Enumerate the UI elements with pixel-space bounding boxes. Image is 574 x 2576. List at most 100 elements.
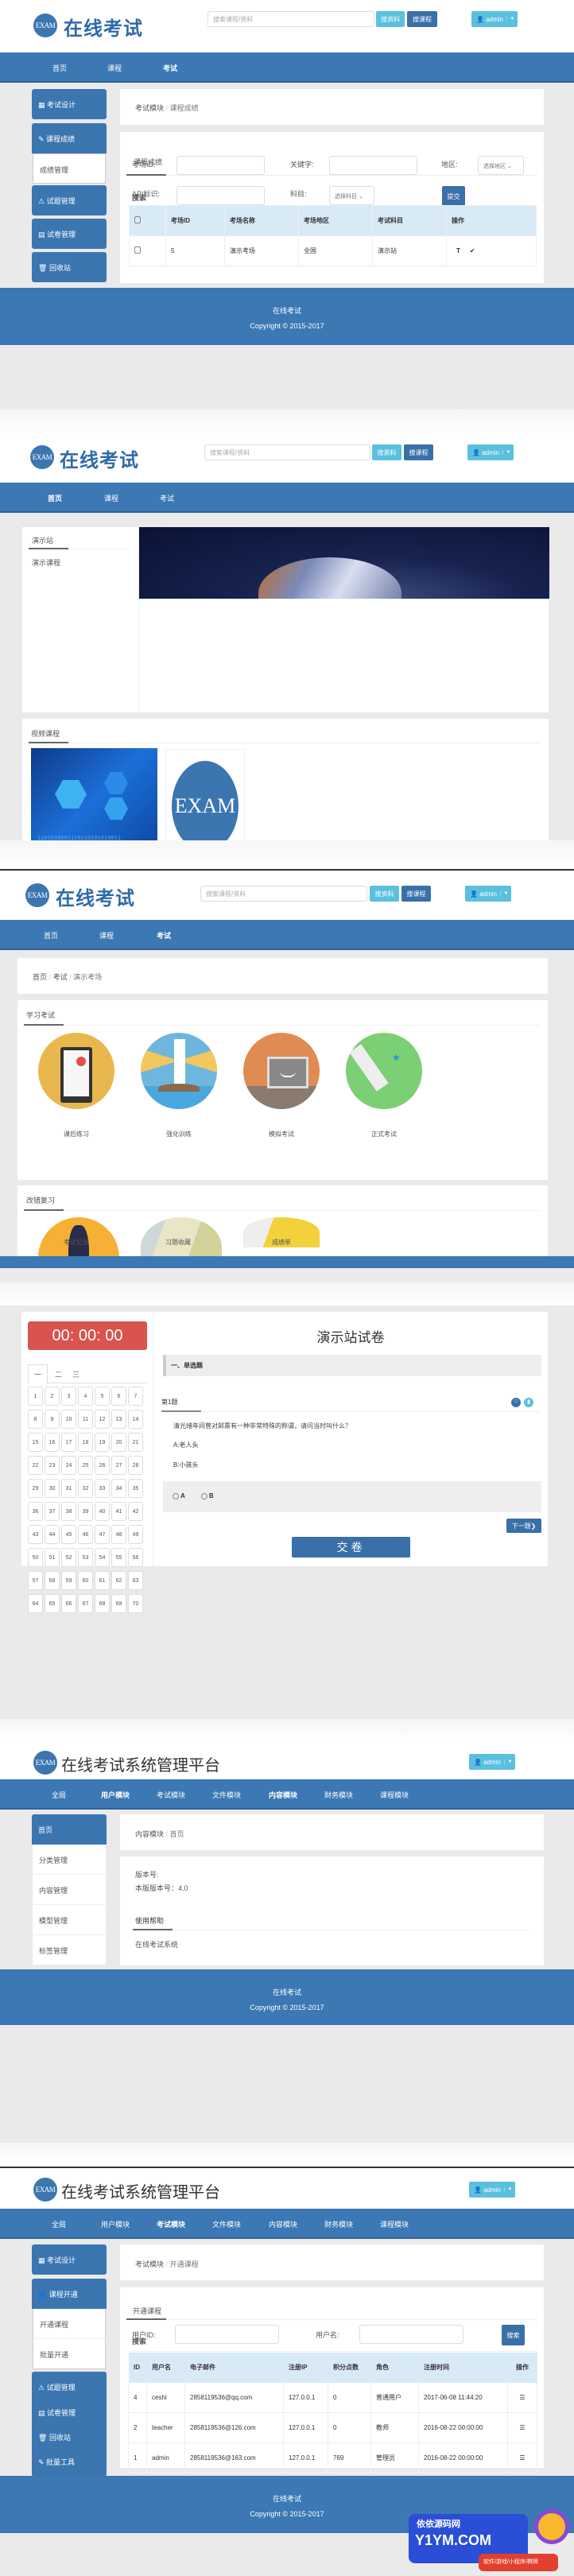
- question-number-button[interactable]: 26: [95, 1456, 110, 1475]
- nav-exam[interactable]: 考试: [157, 930, 171, 941]
- question-number-button[interactable]: 64: [28, 1594, 43, 1613]
- nav-finance-module[interactable]: 财务模块: [324, 2219, 353, 2229]
- question-number-button[interactable]: 46: [78, 1525, 93, 1544]
- nav-courses[interactable]: 课程: [107, 63, 122, 73]
- tile-after-class-practice[interactable]: 课后练习: [38, 1033, 114, 1139]
- next-question-button[interactable]: 下一题 ❯: [506, 1519, 541, 1533]
- question-number-button[interactable]: 61: [95, 1571, 110, 1590]
- search-material-button[interactable]: 搜资料: [370, 886, 399, 902]
- question-number-button[interactable]: 22: [28, 1456, 43, 1475]
- user-menu[interactable]: 👤 admin ▼: [471, 11, 518, 27]
- submit-button[interactable]: 提交: [442, 186, 465, 207]
- question-number-button[interactable]: 65: [45, 1594, 60, 1613]
- search-course-button[interactable]: 搜课程: [407, 11, 437, 27]
- search-material-button[interactable]: 搜资料: [372, 444, 401, 460]
- sidebar-question-management[interactable]: ⚠ 试题管理: [32, 185, 107, 215]
- breadcrumb-item[interactable]: 首页: [33, 973, 47, 981]
- question-number-button[interactable]: 59: [61, 1571, 76, 1590]
- tab-error-review[interactable]: 改错复习: [26, 1195, 55, 1205]
- search-material-button[interactable]: 搜资料: [376, 11, 405, 27]
- select-all-checkbox[interactable]: [129, 205, 166, 236]
- question-number-button[interactable]: 36: [28, 1502, 43, 1521]
- sidebar-paper-management[interactable]: ▤ 试卷管理: [32, 219, 107, 249]
- question-number-button[interactable]: 32: [78, 1479, 93, 1498]
- favorite-icon[interactable]: ♡: [511, 1398, 521, 1407]
- sidebar-tag-management[interactable]: 标签管理: [33, 1935, 106, 1965]
- question-number-button[interactable]: 58: [45, 1571, 60, 1590]
- nav-content-module[interactable]: 内容模块: [269, 2219, 297, 2229]
- nav-home[interactable]: 首页: [52, 63, 67, 73]
- question-number-button[interactable]: 57: [28, 1571, 43, 1590]
- check-edit-icon[interactable]: ✔: [470, 247, 475, 254]
- nav-home[interactable]: 首页: [48, 493, 62, 503]
- bookmark-icon[interactable]: ▮: [524, 1398, 533, 1407]
- sidebar-course-grades[interactable]: ✎ 课程成绩: [32, 123, 107, 153]
- sidebar-course-open[interactable]: 👤 课程开通: [32, 2279, 107, 2309]
- question-number-button[interactable]: 68: [95, 1594, 110, 1613]
- sidebar-batch-open[interactable]: 批量开通: [33, 2339, 106, 2369]
- search-input[interactable]: 搜索课程/资料: [200, 886, 367, 902]
- breadcrumb-item[interactable]: 内容模块: [135, 1830, 164, 1838]
- nav-global[interactable]: 全局: [52, 2219, 66, 2229]
- question-number-button[interactable]: 31: [61, 1479, 76, 1498]
- question-number-button[interactable]: 16: [45, 1433, 60, 1452]
- tile-formal-exam[interactable]: ★ 正式考试: [346, 1033, 422, 1139]
- breadcrumb-item[interactable]: 考试模块: [135, 2260, 164, 2268]
- question-number-button[interactable]: 54: [95, 1548, 110, 1567]
- nav-file-module[interactable]: 文件模块: [212, 1790, 241, 1800]
- question-number-button[interactable]: 12: [95, 1410, 110, 1429]
- question-number-button[interactable]: 53: [78, 1548, 93, 1567]
- question-number-button[interactable]: 43: [28, 1525, 43, 1544]
- tab-study-exam[interactable]: 学习考试: [26, 1010, 55, 1020]
- search-input[interactable]: 搜索课程/资料: [207, 11, 374, 27]
- sidebar-exam-design[interactable]: ▦ 考试设计: [32, 89, 107, 119]
- question-number-button[interactable]: 11: [78, 1410, 93, 1429]
- user-menu[interactable]: 👤 admin ▼: [465, 886, 511, 902]
- question-number-button[interactable]: 9: [45, 1410, 60, 1429]
- question-number-button[interactable]: 52: [61, 1548, 76, 1567]
- tab-video-courses[interactable]: 视频课程: [31, 728, 60, 739]
- question-number-button[interactable]: 1: [28, 1387, 43, 1406]
- question-number-button[interactable]: 40: [95, 1502, 110, 1521]
- question-number-button[interactable]: 6: [111, 1387, 126, 1406]
- text-format-icon[interactable]: T: [456, 247, 460, 254]
- question-number-button[interactable]: 13: [111, 1410, 126, 1429]
- sidebar-content-management[interactable]: 内容管理: [33, 1875, 106, 1905]
- sidebar-recycle-bin[interactable]: 🗑 回收站: [32, 252, 107, 282]
- question-number-button[interactable]: 4: [78, 1387, 93, 1406]
- nav-user-module[interactable]: 用户模块: [101, 1790, 130, 1800]
- region-select[interactable]: 选择地区 ⌄: [478, 156, 524, 175]
- question-number-button[interactable]: 17: [61, 1433, 76, 1452]
- nav-global[interactable]: 全局: [52, 1790, 66, 1800]
- question-number-button[interactable]: 18: [78, 1433, 93, 1452]
- sidebar-category-management[interactable]: 分类管理: [33, 1845, 106, 1875]
- question-number-button[interactable]: 45: [61, 1525, 76, 1544]
- question-number-button[interactable]: 8: [28, 1410, 43, 1429]
- question-number-button[interactable]: 34: [111, 1479, 126, 1498]
- search-input[interactable]: 搜索课程/资料: [204, 444, 370, 460]
- question-number-button[interactable]: 60: [78, 1571, 93, 1590]
- question-number-button[interactable]: 20: [111, 1433, 126, 1452]
- question-number-button[interactable]: 7: [128, 1387, 143, 1406]
- breadcrumb-item[interactable]: 考试: [53, 973, 68, 981]
- nav-course-module[interactable]: 课程模块: [380, 2219, 409, 2229]
- list-menu-icon[interactable]: ☰: [507, 2442, 537, 2473]
- question-number-button[interactable]: 25: [78, 1456, 93, 1475]
- question-number-button[interactable]: 49: [128, 1525, 143, 1544]
- question-number-button[interactable]: 62: [111, 1571, 126, 1590]
- tile-mock-exam[interactable]: 模拟考试: [243, 1033, 320, 1139]
- nav-course-module[interactable]: 课程模块: [380, 1790, 409, 1800]
- question-number-button[interactable]: 50: [28, 1548, 43, 1567]
- question-number-button[interactable]: 55: [111, 1548, 126, 1567]
- breadcrumb-item[interactable]: 考试模块: [135, 104, 164, 112]
- search-course-button[interactable]: 搜课程: [404, 444, 433, 460]
- keyword-input[interactable]: [329, 156, 417, 175]
- list-menu-icon[interactable]: ☰: [507, 2382, 537, 2413]
- nav-exam[interactable]: 考试: [160, 493, 174, 503]
- tab-help[interactable]: 使用帮助: [135, 1915, 164, 1926]
- question-number-button[interactable]: 24: [61, 1456, 76, 1475]
- question-number-button[interactable]: 21: [128, 1433, 143, 1452]
- room-id-input[interactable]: [176, 156, 265, 175]
- nav-courses[interactable]: 课程: [104, 493, 118, 503]
- user-id-input[interactable]: [175, 2325, 279, 2344]
